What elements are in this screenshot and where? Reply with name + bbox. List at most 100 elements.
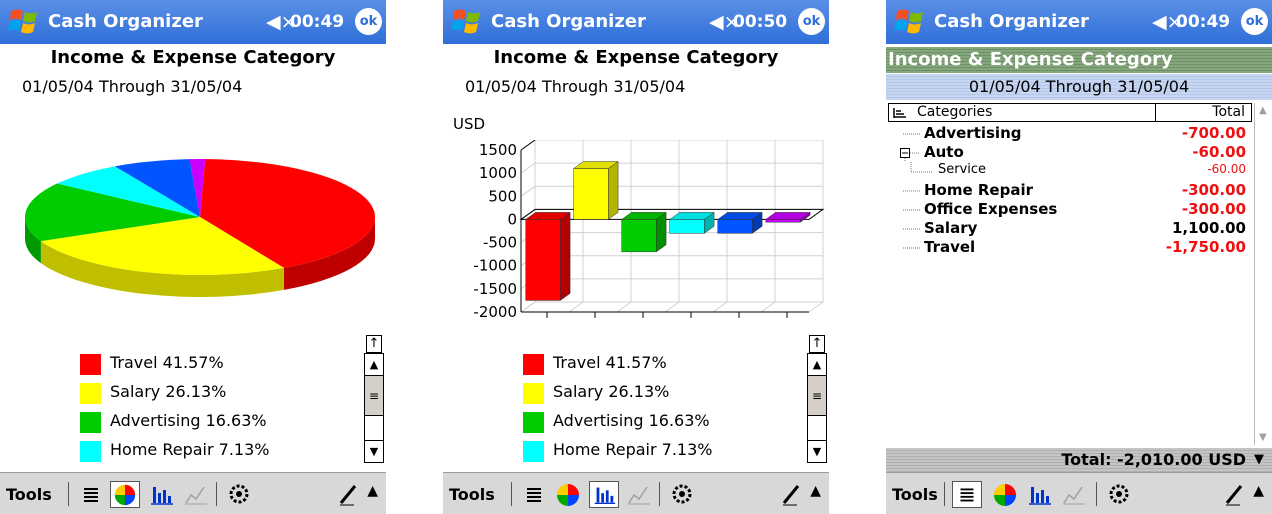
legend-swatch-home-repair (523, 441, 544, 462)
bar-office-expenses (716, 211, 763, 234)
table-row[interactable]: Office Expenses -300.00 (888, 200, 1250, 219)
table-row[interactable]: Travel -1,750.00 (888, 238, 1250, 257)
ok-button[interactable]: ok (1241, 8, 1268, 35)
settings-icon[interactable] (224, 481, 254, 508)
category-tree: Advertising -700.00 Auto -60.00 Service … (888, 124, 1250, 257)
scroll-to-top-button[interactable]: ↑ (366, 335, 382, 353)
report-title: Income & Expense Category (50, 47, 336, 68)
row-label: Advertising (924, 124, 1022, 142)
scroll-up-arrow-icon[interactable]: ▲ (365, 354, 383, 376)
app-title: Cash Organizer (491, 11, 646, 32)
title-bar: Cash Organizer ◀× 00:49 ok (886, 0, 1272, 44)
pen-icon[interactable] (781, 481, 803, 507)
input-panel-caret-icon[interactable]: ▲ (1253, 483, 1264, 499)
table-row[interactable]: Auto -60.00 (888, 143, 1250, 162)
ok-button[interactable]: ok (355, 8, 382, 35)
clock[interactable]: 00:49 (1176, 12, 1230, 32)
y-tick-label: 500 (488, 187, 517, 205)
settings-icon[interactable] (667, 481, 697, 508)
table-scrollbar[interactable]: ▲ ▼ (1254, 103, 1272, 445)
tree-connector (903, 133, 920, 135)
bar-home-repair (668, 211, 715, 234)
scroll-thumb[interactable]: ≡ (808, 376, 826, 416)
legend-swatch-salary (523, 383, 544, 404)
table-row[interactable]: Service -60.00 (888, 162, 1250, 181)
column-header-total[interactable]: Total (1155, 104, 1251, 121)
bar-advertising (620, 211, 667, 253)
line-chart-icon[interactable] (623, 481, 653, 508)
tree-connector (903, 247, 920, 249)
clock[interactable]: 00:50 (733, 12, 787, 32)
legend-scrollbar[interactable]: ▲ ≡ ▼ (807, 353, 827, 463)
input-panel-caret-icon[interactable]: ▲ (810, 483, 821, 499)
grid-line (664, 301, 680, 313)
scroll-down-arrow-icon[interactable]: ▼ (808, 440, 826, 462)
legend-label: Home Repair 7.13% (553, 440, 713, 459)
scroll-up-arrow-icon[interactable]: ▲ (1259, 105, 1267, 116)
table-row[interactable]: Advertising -700.00 (888, 124, 1250, 143)
tools-menu[interactable]: Tools (6, 485, 52, 504)
tools-menu[interactable]: Tools (449, 485, 495, 504)
legend-label: Salary 26.13% (110, 382, 227, 401)
pen-icon[interactable] (1224, 481, 1246, 507)
tools-menu[interactable]: Tools (892, 485, 938, 504)
list-view-icon[interactable] (519, 481, 549, 508)
legend-swatch-home-repair (80, 441, 101, 462)
toolbar-divider (659, 482, 660, 506)
row-value: -60.00 (1207, 162, 1246, 176)
pie-chart-icon[interactable] (553, 481, 583, 508)
column-header-categories[interactable]: Categories (917, 104, 992, 121)
windows-start-icon[interactable] (894, 7, 926, 37)
scroll-thumb[interactable]: ≡ (365, 376, 383, 416)
windows-start-icon[interactable] (8, 7, 40, 37)
pie-chart-icon[interactable] (990, 481, 1020, 508)
windows-start-icon[interactable] (451, 7, 483, 37)
pen-icon[interactable] (338, 481, 360, 507)
input-panel-caret-icon[interactable]: ▲ (367, 483, 378, 499)
bar-travel (524, 211, 571, 301)
list-view-icon[interactable] (952, 481, 982, 508)
title-bar: Cash Organizer ◀× 00:49 ok (0, 0, 386, 44)
sort-icon[interactable] (893, 107, 907, 119)
table-row[interactable]: Salary 1,100.00 (888, 219, 1250, 238)
ok-button[interactable]: ok (798, 8, 825, 35)
scroll-to-top-button[interactable]: ↑ (809, 335, 825, 353)
bar-chart-icon[interactable] (146, 481, 176, 508)
y-tick-label: 1500 (479, 141, 517, 159)
table-header: Categories Total (888, 103, 1252, 122)
line-chart-icon[interactable] (1058, 481, 1088, 508)
date-range: 01/05/04 Through 31/05/04 (886, 74, 1272, 100)
scroll-down-arrow-icon[interactable]: ▼ (1259, 432, 1267, 443)
scroll-down-arrow-icon[interactable]: ▼ (365, 440, 383, 462)
report-title: Income & Expense Category (886, 47, 1272, 73)
y-tick-label: -2000 (473, 303, 517, 321)
line-chart-icon[interactable] (180, 481, 210, 508)
currency-dropdown-icon[interactable]: ▼ (1254, 452, 1264, 467)
legend-swatch-advertising (523, 412, 544, 433)
row-value: -300.00 (1181, 181, 1246, 199)
table-row[interactable]: Home Repair -300.00 (888, 181, 1250, 200)
collapse-icon[interactable] (900, 143, 920, 162)
title-bar: Cash Organizer ◀× 00:50 ok (443, 0, 829, 44)
pie-chart-icon[interactable] (110, 481, 140, 508)
toolbar-divider (1096, 482, 1097, 506)
scroll-up-arrow-icon[interactable]: ▲ (808, 354, 826, 376)
bar-chart-icon[interactable] (589, 481, 619, 508)
legend-label: Travel 41.57% (553, 353, 667, 372)
grid-line (760, 301, 776, 313)
clock[interactable]: 00:49 (290, 12, 344, 32)
bar-chart: 1500 1000 500 0 -500 -1000 -1500 -2000 (473, 140, 825, 321)
toolbar-divider (216, 482, 217, 506)
legend-scrollbar[interactable]: ▲ ≡ ▼ (364, 353, 384, 463)
pie-chart-screen: Cash Organizer ◀× 00:49 ok Income & Expe… (0, 0, 386, 514)
grid-line (520, 185, 536, 197)
row-value: 1,100.00 (1171, 219, 1246, 237)
legend-label: Home Repair 7.13% (110, 440, 270, 459)
total-bar[interactable]: Total: -2,010.00 USD ▼ (886, 448, 1272, 472)
date-range: 01/05/04 Through 31/05/04 (465, 77, 686, 96)
bar-chart-icon[interactable] (1024, 481, 1054, 508)
legend-label: Salary 26.13% (553, 382, 670, 401)
list-view-icon[interactable] (76, 481, 106, 508)
row-value: -1,750.00 (1165, 238, 1246, 256)
settings-icon[interactable] (1104, 481, 1134, 508)
